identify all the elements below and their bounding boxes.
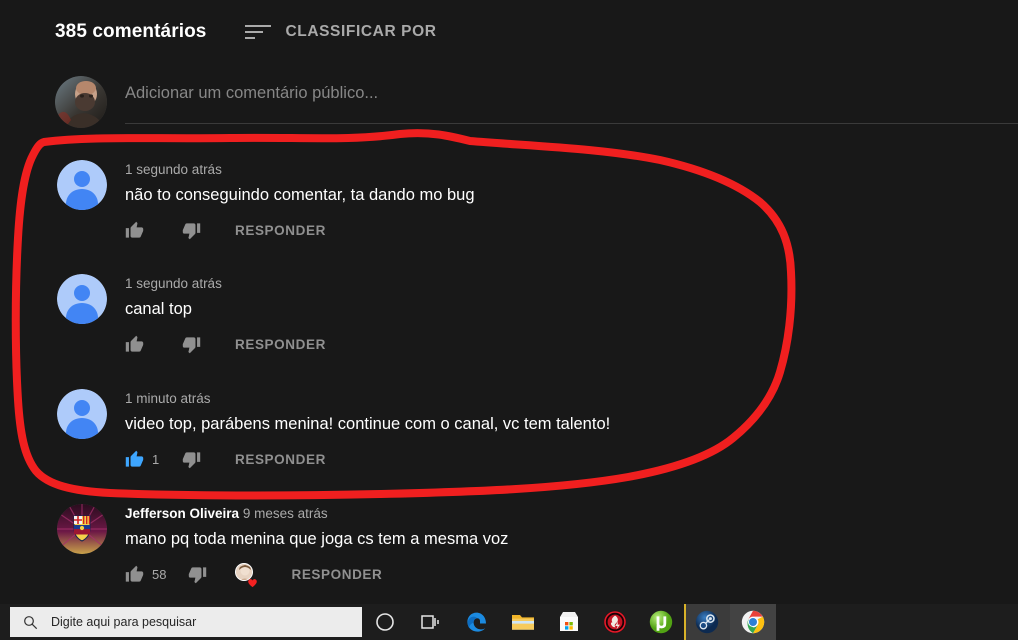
taskbar-icon-strip xyxy=(362,604,776,640)
comment-meta: 1 segundo atrás xyxy=(125,160,1018,180)
steam-icon xyxy=(694,609,720,635)
utorrent-icon xyxy=(648,609,674,635)
comment-text: não to conseguindo comentar, ta dando mo… xyxy=(125,186,475,204)
taskbar-item-game-launcher[interactable] xyxy=(592,604,638,640)
comment-timestamp: 9 meses atrás xyxy=(242,506,328,521)
cortana-icon xyxy=(372,609,398,635)
taskbar-item-steam[interactable] xyxy=(684,604,730,640)
comment-count-label: 385 comentários xyxy=(55,21,207,42)
comment-timestamp: 1 minuto atrás xyxy=(125,391,211,406)
comment-thread: 1 segundo atrás não to conseguindo comen… xyxy=(0,160,1018,619)
current-user-avatar[interactable] xyxy=(55,76,107,128)
task-view-icon xyxy=(418,609,444,635)
table-row: 1 segundo atrás canal top RESPONDER xyxy=(0,274,1018,389)
comment-actions: RESPONDER xyxy=(125,219,1018,241)
sort-lines-icon xyxy=(245,23,272,41)
avatar[interactable] xyxy=(57,389,107,439)
sort-by-button[interactable]: CLASSIFICAR POR xyxy=(245,23,436,41)
taskbar-item-utorrent[interactable] xyxy=(638,604,684,640)
comment-timestamp: 1 segundo atrás xyxy=(125,276,222,291)
taskbar-item-task-view[interactable] xyxy=(408,604,454,640)
taskbar-item-edge[interactable] xyxy=(454,604,500,640)
thumbs-up-icon[interactable] xyxy=(125,335,144,354)
taskbar-item-chrome[interactable] xyxy=(730,604,776,640)
reply-button[interactable]: RESPONDER xyxy=(235,452,326,467)
file-explorer-icon xyxy=(510,609,536,635)
comment-actions: 58 RESPONDER xyxy=(125,563,1018,588)
add-comment-row: Adicionar um comentário público... xyxy=(0,72,1018,128)
add-comment-underline xyxy=(125,123,1018,124)
comment-body: 1 segundo atrás não to conseguindo comen… xyxy=(125,160,1018,241)
comment-text: canal top xyxy=(125,300,192,318)
comment-author[interactable]: Jefferson Oliveira xyxy=(125,506,243,521)
table-row: 1 segundo atrás não to conseguindo comen… xyxy=(0,160,1018,274)
youtube-comments-page: 385 comentários CLASSIFICAR POR Adiciona… xyxy=(0,0,1018,640)
taskbar-item-cortana[interactable] xyxy=(362,604,408,640)
reply-button[interactable]: RESPONDER xyxy=(291,567,382,582)
comment-meta: 1 minuto atrás xyxy=(125,389,1018,409)
thumbs-down-icon[interactable] xyxy=(188,565,207,584)
thumbs-down-icon[interactable] xyxy=(182,335,201,354)
comment-actions: RESPONDER xyxy=(125,333,1018,355)
taskbar-item-microsoft-store[interactable] xyxy=(546,604,592,640)
sort-by-label: CLASSIFICAR POR xyxy=(285,23,437,40)
microsoft-store-icon xyxy=(556,609,582,635)
comment-text: mano pq toda menina que joga cs tem a me… xyxy=(125,530,509,548)
reply-button[interactable]: RESPONDER xyxy=(235,223,326,238)
avatar[interactable] xyxy=(57,160,107,210)
comments-header: 385 comentários CLASSIFICAR POR xyxy=(0,0,1018,64)
reply-button[interactable]: RESPONDER xyxy=(235,337,326,352)
avatar[interactable] xyxy=(57,274,107,324)
heart-icon xyxy=(247,575,258,588)
comment-body: 1 minuto atrás video top, parábens menin… xyxy=(125,389,1018,470)
comment-actions: 1 RESPONDER xyxy=(125,448,1018,470)
comment-meta: 1 segundo atrás xyxy=(125,274,1018,294)
game-launcher-icon xyxy=(602,609,628,635)
table-row: 1 minuto atrás video top, parábens menin… xyxy=(0,389,1018,504)
comment-timestamp: 1 segundo atrás xyxy=(125,162,222,177)
like-count: 1 xyxy=(152,451,160,467)
like-count: 58 xyxy=(152,566,167,582)
comment-text: video top, parábens menina! continue com… xyxy=(125,415,611,433)
taskbar-search-placeholder: Digite aqui para pesquisar xyxy=(51,615,197,629)
thumbs-up-icon[interactable] xyxy=(125,221,144,240)
creator-heart-badge[interactable] xyxy=(235,563,258,588)
thumbs-down-icon[interactable] xyxy=(182,450,201,469)
search-icon xyxy=(23,615,38,630)
taskbar-search-input[interactable]: Digite aqui para pesquisar xyxy=(10,607,362,637)
taskbar-item-file-explorer[interactable] xyxy=(500,604,546,640)
thumbs-up-icon[interactable] xyxy=(125,565,144,584)
windows-taskbar: Digite aqui para pesquisar xyxy=(0,604,1018,640)
edge-icon xyxy=(464,609,490,635)
comment-body: Jefferson Oliveira 9 meses atrás mano pq… xyxy=(125,504,1018,588)
avatar[interactable] xyxy=(57,504,107,554)
chrome-icon xyxy=(740,609,766,635)
add-comment-placeholder[interactable]: Adicionar um comentário público... xyxy=(125,84,378,103)
comment-body: 1 segundo atrás canal top RESPONDER xyxy=(125,274,1018,355)
thumbs-up-icon[interactable] xyxy=(125,450,144,469)
comment-meta: Jefferson Oliveira 9 meses atrás xyxy=(125,504,1018,524)
table-row: Jefferson Oliveira 9 meses atrás mano pq… xyxy=(0,504,1018,619)
thumbs-down-icon[interactable] xyxy=(182,221,201,240)
